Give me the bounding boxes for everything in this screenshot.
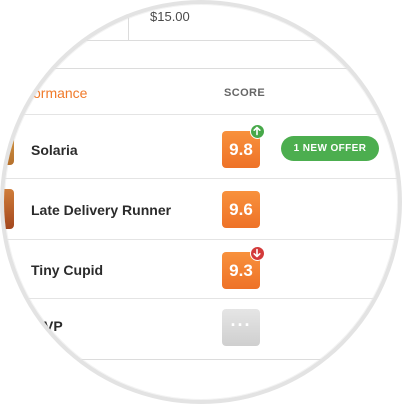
game-name[interactable]: Tiny Cupid [31, 262, 103, 278]
stage: $15.00 ormance SCORE Solaria 9.8 1 NEW O… [0, 0, 402, 404]
score-pending-badge: ··· [222, 309, 260, 346]
new-offer-button[interactable]: 1 NEW OFFER [281, 136, 379, 161]
game-name[interactable]: VP [44, 318, 63, 334]
trend-up-icon [250, 124, 265, 139]
table-row[interactable]: Solaria 9.8 1 NEW OFFER [4, 114, 398, 175]
table-container: $15.00 ormance SCORE Solaria 9.8 1 NEW O… [4, 4, 398, 400]
circular-viewport: $15.00 ormance SCORE Solaria 9.8 1 NEW O… [0, 0, 402, 404]
row-divider [4, 40, 398, 41]
game-thumbnail [4, 250, 8, 290]
game-thumbnail [4, 125, 14, 165]
price-value: $15.00 [150, 9, 190, 24]
game-name[interactable]: Solaria [31, 142, 78, 158]
game-thumbnail [4, 189, 14, 229]
table-row[interactable]: VP ··· [4, 298, 398, 360]
column-divider [128, 4, 129, 40]
trend-down-icon [250, 246, 265, 261]
column-header-score[interactable]: SCORE [224, 87, 265, 99]
game-name[interactable]: Late Delivery Runner [31, 202, 171, 218]
table-row[interactable]: Tiny Cupid 9.3 [4, 239, 398, 300]
column-header-performance[interactable]: ormance [33, 85, 87, 101]
table-header-divider [4, 68, 398, 69]
table-row[interactable]: Late Delivery Runner 9.6 [4, 178, 398, 239]
score-badge: 9.6 [222, 191, 260, 228]
